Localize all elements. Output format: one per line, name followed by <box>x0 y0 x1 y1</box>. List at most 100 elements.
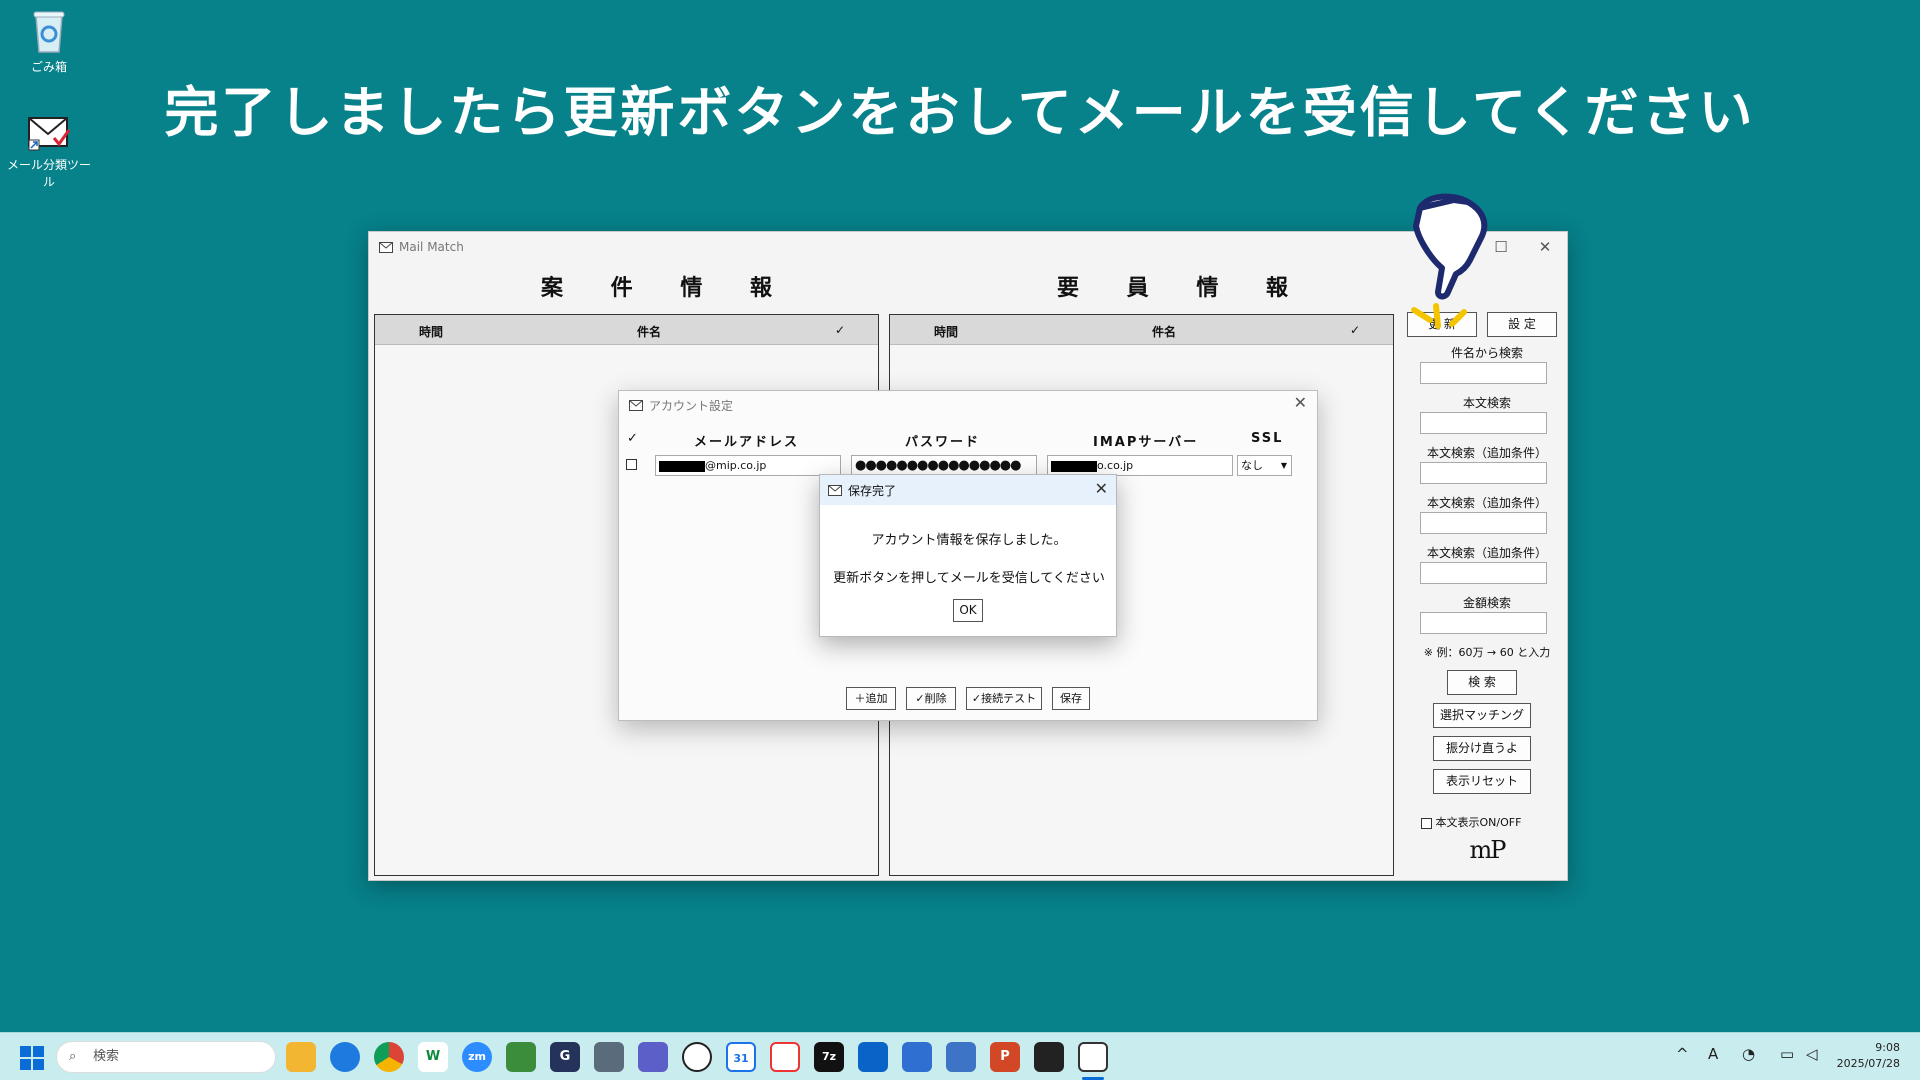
amount-search-input[interactable] <box>1420 612 1547 634</box>
calendar-icon[interactable]: 31 <box>726 1042 756 1072</box>
teams-icon[interactable] <box>638 1042 668 1072</box>
account-dialog-titlebar[interactable]: アカウント設定 <box>619 391 1317 419</box>
account-dialog-title: アカウント設定 <box>649 398 734 413</box>
edge-icon[interactable] <box>330 1042 360 1072</box>
recycle-bin-shortcut[interactable]: ごみ箱 <box>4 8 94 75</box>
zoom-icon[interactable]: zm <box>462 1042 492 1072</box>
body-toggle-checkbox[interactable] <box>1421 817 1432 829</box>
mail-match-taskbar-icon[interactable] <box>1078 1042 1108 1072</box>
g-app-icon[interactable]: G <box>550 1042 580 1072</box>
ok-button[interactable]: OK <box>953 599 983 622</box>
add-account-button[interactable]: ＋追加 <box>846 687 896 710</box>
search-icon: ⌕ <box>69 1049 77 1064</box>
taskbar-search[interactable]: ⌕ 検索 <box>56 1041 276 1073</box>
instruction-banner: 完了しましたら更新ボタンをおしてメールを受信してください <box>164 81 1756 144</box>
body-toggle[interactable]: 本文表示ON/OFF <box>1421 814 1521 830</box>
col-imap: IMAPサーバー <box>1093 435 1199 450</box>
email-field[interactable]: @mip.co.jp <box>655 455 841 476</box>
col-ssl: SSL <box>1251 431 1284 446</box>
redaction <box>659 460 705 472</box>
col-subject: 件名 <box>1152 325 1177 339</box>
case-info-title: 案 件 情 報 <box>541 276 792 301</box>
connection-test-button[interactable]: ✓接続テスト <box>966 687 1042 710</box>
close-icon[interactable]: ✕ <box>1294 393 1307 412</box>
app-mail-icon <box>629 399 643 411</box>
company-logo: mP <box>1469 836 1507 864</box>
redaction <box>1051 460 1097 472</box>
remote-desktop-icon[interactable] <box>946 1042 976 1072</box>
bn-app-icon[interactable] <box>770 1042 800 1072</box>
ime-indicator[interactable]: A <box>1708 1045 1718 1063</box>
body-search-input[interactable] <box>1420 412 1547 434</box>
body-search-add2-input[interactable] <box>1420 512 1547 534</box>
search-button[interactable]: 検 索 <box>1447 670 1517 695</box>
col-subject: 件名 <box>637 325 662 339</box>
account-row-checkbox[interactable] <box>626 459 637 470</box>
subject-search-input[interactable] <box>1420 362 1547 384</box>
7zip-icon[interactable]: 7z <box>814 1042 844 1072</box>
body-search-label: 本文検索 <box>1462 396 1511 410</box>
network-tool-icon[interactable] <box>506 1042 536 1072</box>
col-check: ✓ <box>835 323 846 337</box>
amount-search-label: 金額検索 <box>1462 596 1511 610</box>
message-line-2: 更新ボタンを押してメールを受信してください <box>833 571 1105 586</box>
recycle-bin-icon <box>33 11 65 53</box>
reassign-button[interactable]: 振分け直うよ <box>1433 736 1531 761</box>
taskbar: ⌕ 検索 W zm G 31 7z P ^ A ◔ ▭ ◁ 9:08 2025/… <box>0 1032 1920 1080</box>
amount-hint: ※ 例：60万 → 60 と入力 <box>1423 646 1551 659</box>
body-search-add3-input[interactable] <box>1420 562 1547 584</box>
app-mail-icon <box>828 484 842 496</box>
chevron-up-icon[interactable]: ^ <box>1676 1045 1689 1063</box>
chevron-down-icon: ▼ <box>1280 461 1287 470</box>
body-search-add2-label: 本文検索（追加条件） <box>1426 496 1547 510</box>
delete-account-button[interactable]: ✓削除 <box>906 687 956 710</box>
ime-mode-icon[interactable]: ◔ <box>1742 1045 1755 1063</box>
body-search-add3-label: 本文検索（追加条件） <box>1426 546 1547 560</box>
clock-date: 2025/07/28 <box>1836 1057 1900 1070</box>
case-list-header: 時間 件名 ✓ <box>375 315 878 345</box>
chrome-icon[interactable] <box>374 1042 404 1072</box>
select-matching-button[interactable]: 選択マッチング <box>1433 703 1531 728</box>
notepad-icon[interactable] <box>902 1042 932 1072</box>
search-placeholder: 検索 <box>93 1049 120 1064</box>
staff-info-title: 要 員 情 報 <box>1057 276 1308 301</box>
outlook-icon[interactable] <box>858 1042 888 1072</box>
staff-list-header: 時間 件名 ✓ <box>890 315 1393 345</box>
pointing-hand-icon <box>1411 193 1488 329</box>
body-search-add1-input[interactable] <box>1420 462 1547 484</box>
speaker-icon[interactable]: ◁ <box>1806 1045 1818 1063</box>
chatgpt-icon[interactable] <box>682 1042 712 1072</box>
password-field[interactable]: ●●●●●●●●●●●●●●●● <box>851 455 1037 476</box>
close-icon[interactable]: ✕ <box>1523 232 1567 262</box>
mail-sort-tool-label: メール分類ツール <box>6 158 91 189</box>
clock-time: 9:08 <box>1875 1041 1900 1054</box>
col-check: ✓ <box>627 431 640 446</box>
terminal-icon[interactable] <box>1034 1042 1064 1072</box>
save-complete-dialog: 保存完了 ✕ アカウント情報を保存しました。 更新ボタンを押してメールを受信して… <box>819 474 1117 637</box>
body-toggle-label: 本文表示ON/OFF <box>1435 816 1522 829</box>
message-title: 保存完了 <box>848 483 897 498</box>
powerpoint-icon[interactable]: P <box>990 1042 1020 1072</box>
display-reset-button[interactable]: 表示リセット <box>1433 769 1531 794</box>
close-icon[interactable]: ✕ <box>1095 479 1108 498</box>
message-titlebar[interactable]: 保存完了 <box>820 475 1116 505</box>
windows-start-icon[interactable] <box>20 1046 44 1070</box>
message-line-1: アカウント情報を保存しました。 <box>871 533 1067 548</box>
col-password: パスワード <box>905 435 981 450</box>
taskbar-clock[interactable]: 9:08 2025/07/28 <box>1837 1040 1900 1072</box>
col-check: ✓ <box>1350 323 1361 337</box>
body-search-add1-label: 本文検索（追加条件） <box>1426 446 1547 460</box>
file-explorer-icon[interactable] <box>286 1042 316 1072</box>
ssl-select[interactable]: なし ▼ <box>1237 455 1292 476</box>
window-titlebar[interactable]: Mail Match <box>369 232 1567 262</box>
network-icon[interactable]: ▭ <box>1780 1045 1794 1063</box>
calculator-icon[interactable] <box>594 1042 624 1072</box>
save-account-button[interactable]: 保存 <box>1052 687 1090 710</box>
col-time: 時間 <box>934 325 959 339</box>
app-mail-icon <box>379 241 393 253</box>
imap-server-field[interactable]: o.co.jp <box>1047 455 1233 476</box>
col-time: 時間 <box>419 325 444 339</box>
window-title: Mail Match <box>399 240 464 254</box>
col-email: メールアドレス <box>694 435 800 450</box>
word-app-icon[interactable]: W <box>418 1042 448 1072</box>
